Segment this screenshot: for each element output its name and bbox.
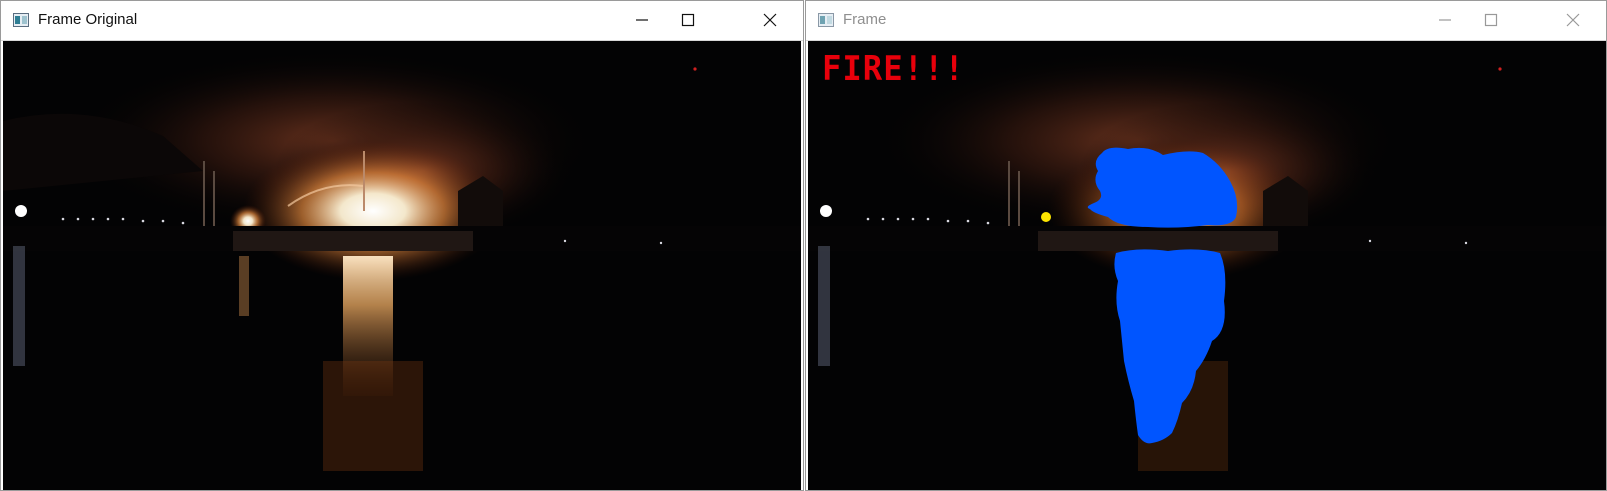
frame-window: Frame FIRE!!! (805, 0, 1607, 491)
maximize-icon (1484, 13, 1498, 27)
frame-original-window: Frame Original (0, 0, 804, 491)
minimize-icon (1439, 19, 1451, 21)
video-frame-original (3, 41, 801, 490)
app-window-icon (818, 13, 834, 27)
title-bar[interactable]: Frame (806, 1, 1606, 41)
fire-alert-text: FIRE!!! (822, 49, 965, 89)
close-icon (1566, 13, 1580, 27)
minimize-button[interactable] (1422, 1, 1468, 39)
maximize-button[interactable] (665, 1, 711, 39)
app-window-icon (13, 13, 29, 27)
close-button[interactable] (1550, 1, 1596, 39)
fire-scene-image (808, 41, 1606, 490)
title-bar[interactable]: Frame Original (1, 1, 803, 41)
maximize-button[interactable] (1468, 1, 1514, 39)
close-button[interactable] (747, 1, 793, 39)
fire-scene-image (3, 41, 801, 490)
window-title: Frame (843, 11, 887, 28)
minimize-button[interactable] (619, 1, 665, 39)
maximize-icon (681, 13, 695, 27)
close-icon (763, 13, 777, 27)
fire-marker-dot (1041, 212, 1051, 222)
video-frame-processed: FIRE!!! (808, 41, 1606, 490)
minimize-icon (636, 19, 648, 21)
window-title: Frame Original (38, 11, 138, 28)
